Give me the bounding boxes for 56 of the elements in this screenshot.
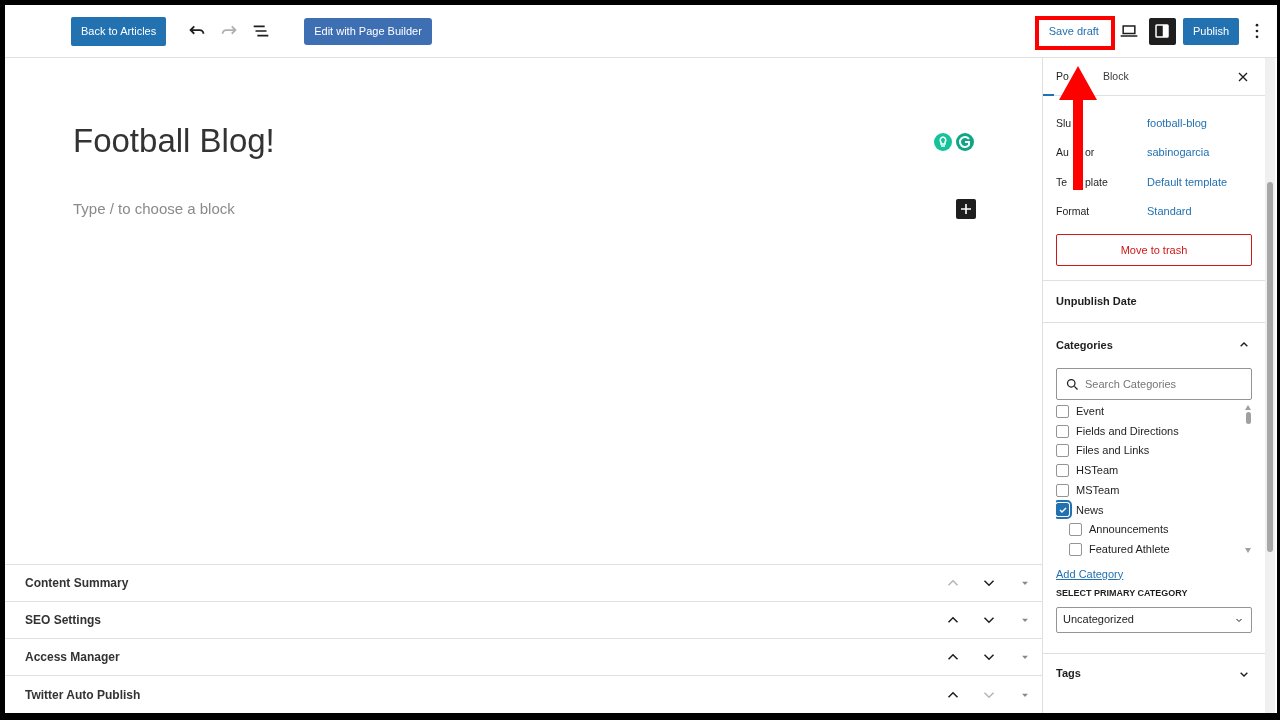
sidebar-icon <box>1153 22 1172 40</box>
field-label: Te <box>1056 174 1068 190</box>
add-category-link[interactable]: Add Category <box>1056 565 1252 582</box>
meta-box-title[interactable]: Twitter Auto Publish <box>25 685 944 704</box>
sidebar-tab[interactable]: Po <box>1056 68 1069 85</box>
block-placeholder[interactable]: Type / to choose a block <box>73 197 235 220</box>
checkbox[interactable] <box>1056 503 1069 517</box>
checkbox-label[interactable]: Event <box>1076 403 1105 420</box>
save-draft-button[interactable]: Save draft <box>1036 17 1111 45</box>
panel-title[interactable]: Tags <box>1056 665 1081 682</box>
checkbox[interactable] <box>1056 444 1069 458</box>
checkbox[interactable] <box>1056 424 1069 438</box>
checkbox[interactable] <box>1056 483 1069 497</box>
checkbox[interactable] <box>1069 542 1082 556</box>
checkbox-label[interactable]: Fields and Directions <box>1076 422 1179 440</box>
meta-box-title[interactable]: Access Manager <box>25 648 944 666</box>
select-value: Uncategorized <box>1063 612 1134 628</box>
field-link[interactable]: Default template <box>1147 173 1228 190</box>
publish-button[interactable]: Publish <box>1182 17 1239 45</box>
add-block-button[interactable] <box>956 198 976 219</box>
lightbulb-icon[interactable] <box>933 132 953 152</box>
checkbox-label[interactable]: Featured Athlete <box>1089 540 1170 556</box>
field-label: SELECT PRIMARY CATEGORY <box>1056 587 1189 600</box>
meta-box-title[interactable]: SEO Settings <box>25 611 944 629</box>
page-builder-button[interactable]: Edit with Page Builder <box>304 17 432 45</box>
panel-title[interactable]: Unpublish Date <box>1056 293 1137 310</box>
checkbox[interactable] <box>1056 463 1069 477</box>
field-link[interactable]: football-blog <box>1147 114 1207 131</box>
primary-category-select[interactable]: Uncategorized <box>1056 606 1252 633</box>
field-label: Slu <box>1056 115 1072 131</box>
trash-button[interactable]: Move to trash <box>1056 234 1252 266</box>
circle-logo-icon[interactable] <box>955 132 975 152</box>
post-title[interactable]: Football Blog! <box>73 116 275 166</box>
panel-title[interactable]: Categories <box>1056 337 1113 354</box>
field-label: plate <box>1085 174 1108 190</box>
field-label: Au <box>1056 145 1069 161</box>
checkbox-label[interactable]: HSTeam <box>1076 462 1119 479</box>
scroll-down-icon[interactable] <box>1245 547 1251 553</box>
back-button[interactable]: Back to Articles <box>71 16 167 46</box>
checkbox[interactable] <box>1056 404 1069 418</box>
field-label: Format <box>1056 204 1090 220</box>
plus-icon <box>959 201 973 216</box>
sidebar-tab[interactable]: Block <box>1103 68 1129 85</box>
field-label: or <box>1085 145 1095 161</box>
field-link[interactable]: sabinogarcia <box>1147 144 1210 161</box>
checkbox-label[interactable]: Announcements <box>1089 521 1169 538</box>
checkbox[interactable] <box>1069 522 1082 536</box>
meta-box-title[interactable]: Content Summary <box>25 574 944 592</box>
checkbox-label[interactable]: News <box>1076 501 1104 519</box>
scrollbar[interactable] <box>1265 58 1275 713</box>
checkbox-label[interactable]: Files and Links <box>1076 442 1150 459</box>
field-link[interactable]: Standard <box>1147 203 1192 220</box>
checkbox-label[interactable]: MSTeam <box>1076 481 1120 499</box>
settings-button[interactable] <box>1148 17 1176 45</box>
search-field[interactable]: Search Categories <box>1056 367 1252 400</box>
search-icon <box>1065 376 1080 392</box>
